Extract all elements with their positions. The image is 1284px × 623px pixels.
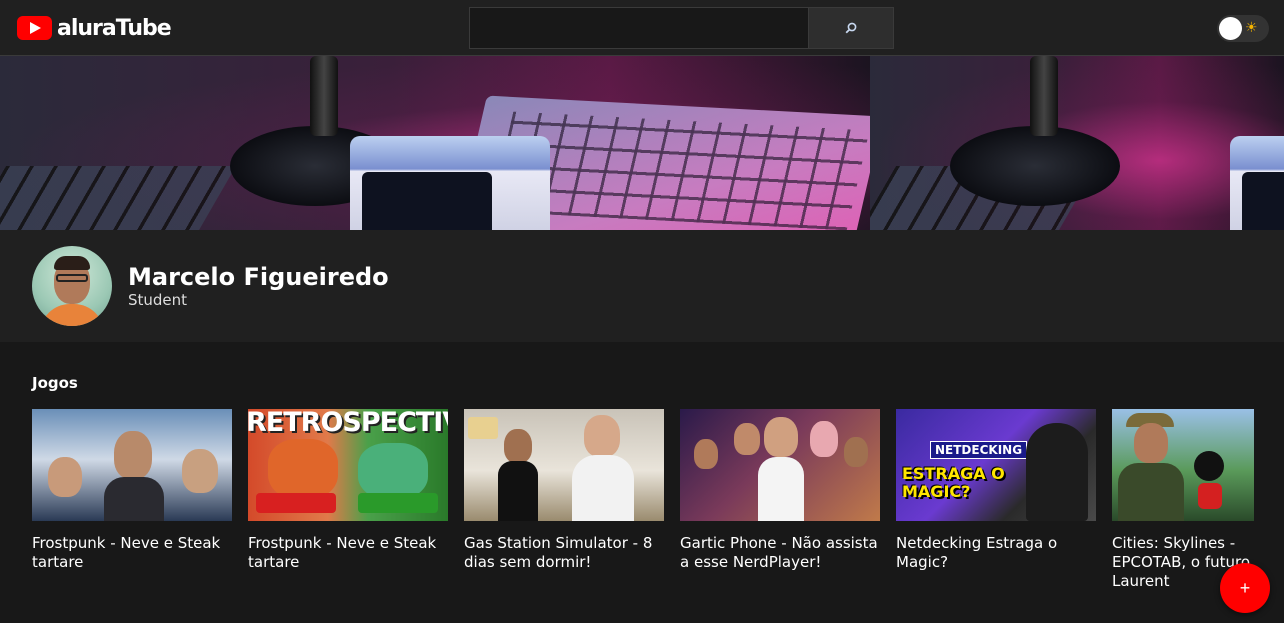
sun-icon: ☀ [1245,20,1258,36]
video-title: Netdecking Estraga o Magic? [896,534,1058,571]
profile-job: Student [128,291,188,309]
add-video-button[interactable]: + [1220,563,1270,613]
theme-toggle[interactable]: ☀ [1217,15,1269,42]
thumbnail-text: ESTRAGA O MAGIC? [902,464,1005,501]
thumbnail-text: NETDECKING [930,441,1028,459]
channel-banner [0,56,1284,230]
video-card[interactable]: Frostpunk - Neve e Steak tartare [32,409,232,572]
search-button[interactable] [808,8,893,48]
logo[interactable]: aluraTube [17,13,172,43]
video-thumbnail[interactable] [32,409,232,521]
video-card[interactable]: NETDECKING ESTRAGA O MAGIC? Netdecking E… [896,409,1096,572]
video-title: Frostpunk - Neve e Steak tartare [32,534,221,571]
video-card[interactable]: Cities: Skylines - EPCOTAB, o futuro Sai… [1112,409,1254,591]
profile-section: Marcelo Figueiredo Student [0,230,1284,342]
video-list: Frostpunk - Neve e Steak tartare RETROSP… [32,409,1254,623]
video-title: Gartic Phone - Não assista a esse NerdPl… [680,534,878,571]
thumbnail-text: RETROSPECTIVA [248,409,448,438]
video-title: Gas Station Simulator - 8 dias sem dormi… [464,534,653,571]
avatar [32,246,112,326]
video-thumbnail[interactable] [1112,409,1254,521]
play-logo-icon [17,16,52,40]
video-thumbnail[interactable] [464,409,664,521]
search-bar [469,7,894,49]
banner-image [0,56,870,230]
video-thumbnail[interactable]: NETDECKING ESTRAGA O MAGIC? [896,409,1096,521]
video-card[interactable]: Gas Station Simulator - 8 dias sem dormi… [464,409,664,572]
section-title: Jogos [32,374,78,392]
search-icon [845,22,857,34]
toggle-knob [1219,17,1242,40]
video-card[interactable]: RETROSPECTIVA Frostpunk - Neve e Steak t… [248,409,448,572]
logo-text: aluraTube [57,15,172,41]
top-bar: aluraTube ☀ [0,0,1284,56]
video-thumbnail[interactable] [680,409,880,521]
search-input[interactable] [470,8,808,48]
video-title: Frostpunk - Neve e Steak tartare [248,534,437,571]
profile-name: Marcelo Figueiredo [128,263,389,291]
video-thumbnail[interactable]: RETROSPECTIVA [248,409,448,521]
banner-image-repeat [870,56,1284,230]
video-card[interactable]: Gartic Phone - Não assista a esse NerdPl… [680,409,880,572]
